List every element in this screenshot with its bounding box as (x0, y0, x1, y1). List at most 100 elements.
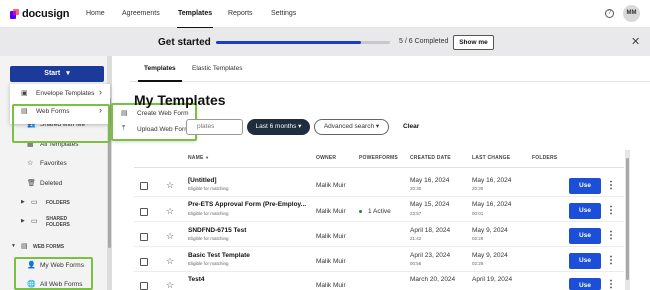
close-icon[interactable]: ✕ (631, 35, 640, 48)
more-options-icon[interactable]: ⋮ (606, 280, 616, 290)
template-name[interactable]: Basic Test Template (188, 252, 250, 259)
top-navigation: docusign Home Agreements Templates Repor… (0, 0, 650, 29)
use-button[interactable]: Use (569, 203, 601, 219)
more-options-icon[interactable]: ⋮ (606, 231, 616, 241)
created-date: April 23, 2024 (410, 252, 451, 259)
get-started-title: Get started (158, 37, 211, 48)
web-forms-icon: ▤ (21, 243, 28, 250)
sidebar-section-web-forms: WEB FORMS (33, 244, 65, 250)
avatar[interactable]: MM (623, 5, 640, 22)
more-options-icon[interactable]: ⋮ (606, 181, 616, 191)
docusign-logo[interactable]: docusign (10, 8, 69, 20)
row-checkbox[interactable] (140, 233, 148, 241)
sort-down-icon: ▼ (205, 155, 210, 160)
progress-bar (216, 41, 390, 44)
nav-home[interactable]: Home (86, 10, 105, 17)
progress-count: 5 / 6 Completed (399, 38, 449, 45)
template-eligibility: Eligible for matching (188, 186, 229, 191)
nav-templates[interactable]: Templates (176, 10, 214, 29)
tab-elastic-templates[interactable]: Elastic Templates (192, 65, 242, 72)
sidebar-item-favorites[interactable]: Favorites (40, 160, 67, 167)
last-change-date: May 16, 2024 (472, 201, 512, 208)
date-filter-chip[interactable]: Last 6 months ▾ (247, 119, 310, 135)
table-scrollbar-thumb[interactable] (626, 158, 629, 280)
use-button[interactable]: Use (569, 228, 601, 244)
nav-agreements[interactable]: Agreements (122, 10, 160, 17)
favorite-star-icon[interactable]: ☆ (166, 181, 174, 190)
use-button[interactable]: Use (569, 178, 601, 194)
last-change-time: 02:28 (472, 236, 484, 241)
shared-folder-icon: ▭ (31, 218, 38, 225)
star-icon: ☆ (27, 160, 34, 167)
favorite-star-icon[interactable]: ☆ (166, 257, 174, 266)
created-date: May 15, 2024 (410, 201, 450, 208)
template-name[interactable]: [Untitled] (188, 177, 217, 184)
expand-arrow-icon[interactable]: ▶ (21, 218, 25, 224)
use-button[interactable]: Use (569, 253, 601, 269)
caret-down-icon: ▾ (66, 70, 70, 77)
column-header-owner[interactable]: OWNER (316, 155, 336, 161)
docusign-logo-icon (10, 9, 19, 19)
highlight-box (111, 103, 197, 141)
more-options-icon[interactable]: ⋮ (606, 206, 616, 216)
row-divider (134, 196, 624, 197)
row-divider (134, 246, 624, 247)
template-name[interactable]: Test4 (188, 276, 205, 283)
created-date: March 20, 2024 (410, 276, 456, 283)
logo-text: docusign (22, 8, 70, 20)
favorite-star-icon[interactable]: ☆ (166, 281, 174, 290)
column-header-created-date[interactable]: CREATED DATE (410, 155, 451, 161)
clear-button[interactable]: Clear (403, 123, 419, 130)
sidebar-item-deleted[interactable]: Deleted (40, 180, 62, 187)
template-name[interactable]: SNDFND-6715 Test (188, 227, 246, 234)
expand-arrow-icon[interactable]: ▶ (21, 199, 25, 205)
nav-reports[interactable]: Reports (228, 10, 253, 17)
row-divider (134, 221, 624, 222)
row-checkbox[interactable] (140, 258, 148, 266)
template-owner: Malik Muir (316, 233, 346, 240)
column-header-last-change[interactable]: LAST CHANGE (472, 155, 510, 161)
favorite-star-icon[interactable]: ☆ (166, 207, 174, 216)
highlight-box (12, 104, 110, 143)
menu-item-envelope-templates[interactable]: Envelope Templates (36, 90, 94, 97)
row-checkbox[interactable] (140, 182, 148, 190)
created-date: April 18, 2024 (410, 227, 451, 234)
more-options-icon[interactable]: ⋮ (606, 256, 616, 266)
row-checkbox[interactable] (140, 208, 148, 216)
template-eligibility: Eligible for matching (188, 261, 229, 266)
row-checkbox[interactable] (140, 282, 148, 290)
help-icon[interactable]: ? (605, 9, 614, 18)
row-divider (134, 271, 624, 272)
advanced-search-chip[interactable]: Advanced search ▾ (314, 119, 389, 135)
favorite-star-icon[interactable]: ☆ (166, 232, 174, 241)
column-header-powerforms[interactable]: POWERFORMS (359, 155, 398, 161)
collapse-arrow-icon[interactable]: ▼ (11, 243, 16, 249)
template-name[interactable]: Pre-ETS Approval Form (Pre-Employ... (188, 201, 306, 208)
powerforms-status[interactable]: 1 Active (368, 208, 391, 215)
chevron-right-icon: › (99, 87, 102, 97)
highlight-box (14, 257, 93, 290)
column-header-folders[interactable]: FOLDERS (532, 155, 557, 161)
last-change-date: May 16, 2024 (472, 177, 512, 184)
active-status-dot (359, 210, 362, 213)
template-owner: Malik Muir (316, 258, 346, 265)
last-change-date: May 9, 2024 (472, 227, 508, 234)
use-button[interactable]: Use (569, 278, 601, 290)
column-header-name[interactable]: NAME ▼ (188, 155, 209, 161)
nav-settings[interactable]: Settings (271, 10, 296, 17)
last-change-time: 20:30 (472, 186, 484, 191)
created-time: 20:30 (410, 186, 422, 191)
table-header-divider (134, 167, 624, 168)
last-change-date: April 19, 2024 (472, 276, 513, 283)
sidebar-item-folders[interactable]: FOLDERS (46, 200, 70, 206)
envelope-template-icon: ▣ (21, 90, 28, 97)
trash-icon: 🗑 (27, 180, 36, 187)
search-input[interactable]: plates (186, 119, 243, 135)
folder-icon: ▭ (31, 199, 38, 206)
show-me-button[interactable]: Show me (453, 35, 494, 50)
sidebar-item-shared-folders[interactable]: SHARED FOLDERS (46, 216, 76, 228)
created-date: May 16, 2024 (410, 177, 450, 184)
start-button[interactable]: Start ▾ (10, 66, 104, 82)
last-change-time: 02:28 (472, 261, 484, 266)
tab-templates[interactable]: Templates (138, 65, 182, 82)
